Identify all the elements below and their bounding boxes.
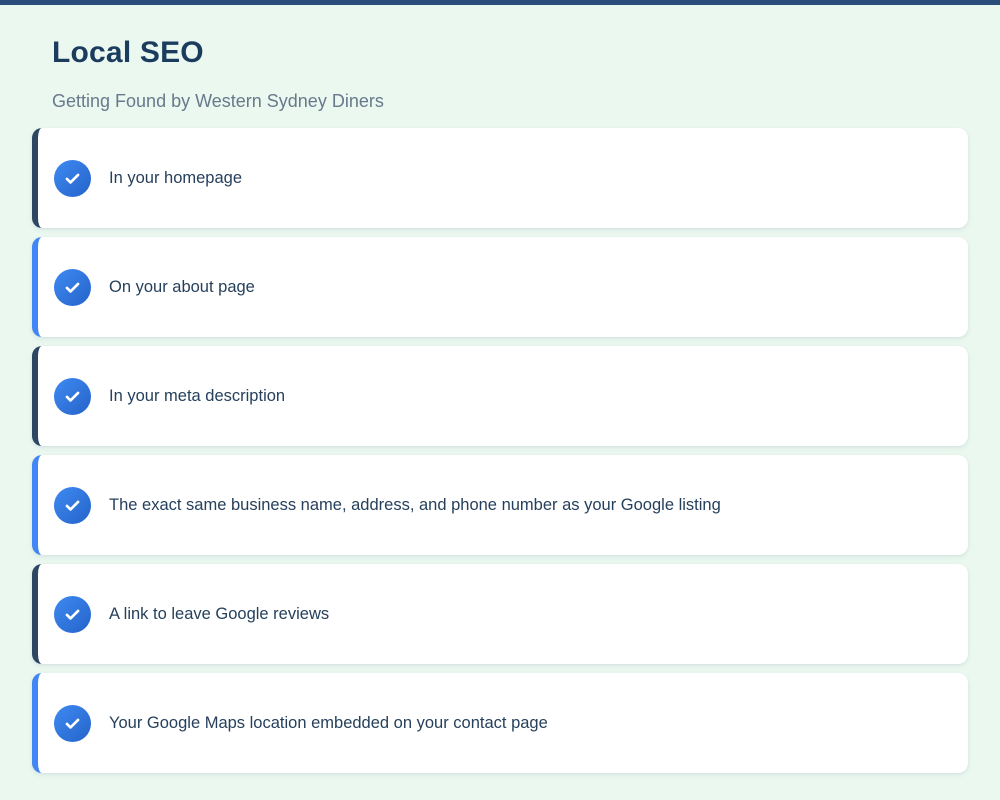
page-header: Local SEO Getting Found by Western Sydne…: [32, 37, 968, 111]
checklist-item-label: The exact same business name, address, a…: [109, 496, 721, 515]
page-content: Local SEO Getting Found by Western Sydne…: [0, 37, 1000, 773]
checklist-item-label: A link to leave Google reviews: [109, 605, 329, 624]
checkmark-circle[interactable]: [54, 378, 91, 415]
check-icon: [63, 496, 82, 515]
checkmark-circle[interactable]: [54, 487, 91, 524]
checklist-item-label: Your Google Maps location embedded on yo…: [109, 714, 548, 733]
checklist-item-label: In your meta description: [109, 387, 285, 406]
check-icon: [63, 714, 82, 733]
checklist-item-label: On your about page: [109, 278, 255, 297]
top-accent-bar: [0, 0, 1000, 5]
checklist-item[interactable]: A link to leave Google reviews: [32, 564, 968, 664]
checklist: In your homepage On your about page In you…: [32, 128, 968, 773]
checkmark-circle[interactable]: [54, 269, 91, 306]
checkmark-circle[interactable]: [54, 160, 91, 197]
check-icon: [63, 278, 82, 297]
check-icon: [63, 169, 82, 188]
checkmark-circle[interactable]: [54, 705, 91, 742]
checklist-item[interactable]: In your meta description: [32, 346, 968, 446]
checklist-item[interactable]: The exact same business name, address, a…: [32, 455, 968, 555]
page-subtitle: Getting Found by Western Sydney Diners: [52, 91, 968, 111]
checklist-item[interactable]: In your homepage: [32, 128, 968, 228]
checklist-item-label: In your homepage: [109, 169, 242, 188]
checklist-item[interactable]: On your about page: [32, 237, 968, 337]
check-icon: [63, 387, 82, 406]
check-icon: [63, 605, 82, 624]
checkmark-circle[interactable]: [54, 596, 91, 633]
checklist-item[interactable]: Your Google Maps location embedded on yo…: [32, 673, 968, 773]
page-title: Local SEO: [52, 37, 968, 69]
